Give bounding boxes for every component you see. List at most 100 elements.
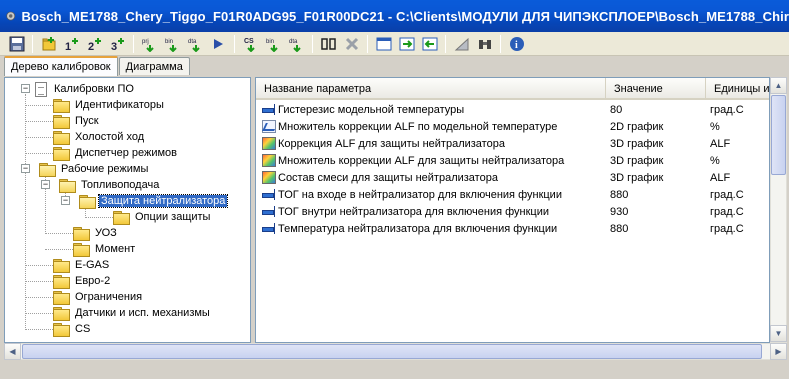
param-unit: град.С bbox=[710, 222, 744, 235]
tab-label: Дерево калибровок bbox=[11, 61, 111, 73]
export-button[interactable] bbox=[208, 34, 229, 53]
tree-collapse-toggle[interactable]: − bbox=[61, 196, 70, 205]
svg-text:dta: dta bbox=[188, 39, 197, 45]
scalar-icon bbox=[262, 188, 276, 201]
add-2d-button[interactable]: 2 bbox=[84, 34, 105, 53]
dta2-button[interactable]: dta bbox=[286, 34, 307, 53]
tab-label: Диаграмма bbox=[125, 60, 183, 73]
tree-item-fuel-supply[interactable]: Топливоподача bbox=[59, 177, 161, 193]
svg-text:1: 1 bbox=[65, 41, 71, 52]
scroll-right-button[interactable]: ▶ bbox=[770, 343, 787, 360]
save-icon bbox=[9, 36, 24, 51]
tab-calibration-tree[interactable]: Дерево калибровок bbox=[4, 56, 118, 76]
scroll-down-button[interactable]: ▼ bbox=[770, 325, 787, 342]
tree-collapse-toggle[interactable]: − bbox=[41, 180, 50, 189]
open-folder-icon bbox=[79, 194, 96, 209]
tree-guide-line bbox=[25, 137, 53, 138]
info-icon: i bbox=[509, 36, 524, 51]
open-folder-icon bbox=[59, 178, 76, 193]
tree-item-label: Топливоподача bbox=[81, 179, 160, 191]
tree-item-euro2[interactable]: Евро-2 bbox=[53, 273, 112, 289]
info-button[interactable]: i bbox=[506, 34, 527, 53]
table-row[interactable]: Состав смеси для защиты нейтрализатора 3… bbox=[256, 169, 769, 186]
add-folder-button[interactable] bbox=[38, 34, 59, 53]
table-row[interactable]: Множитель коррекции ALF для защиты нейтр… bbox=[256, 152, 769, 169]
tree-item-identifiers[interactable]: Идентификаторы bbox=[53, 97, 166, 113]
window-icon bbox=[376, 37, 391, 50]
cs-button[interactable]: CS bbox=[240, 34, 261, 53]
tree-item-torque[interactable]: Момент bbox=[73, 241, 137, 257]
vertical-scroll-thumb[interactable] bbox=[771, 95, 786, 175]
tree-item-label: E-GAS bbox=[75, 259, 110, 271]
folder-icon bbox=[53, 274, 70, 289]
scalar-icon bbox=[262, 222, 276, 235]
tree-guide-line bbox=[45, 249, 73, 250]
cell-name: Множитель коррекции ALF для защиты нейтр… bbox=[256, 152, 606, 169]
bin2-icon: bin bbox=[266, 39, 278, 52]
save-button[interactable] bbox=[6, 34, 27, 53]
param-name: Коррекция ALF для защиты нейтрализатора bbox=[278, 137, 505, 150]
pr-bin-button[interactable]: prj bbox=[139, 34, 160, 53]
cs-icon: CS bbox=[244, 38, 255, 52]
tree-item-cs[interactable]: CS bbox=[53, 321, 92, 337]
tree-item-idle[interactable]: Холостой ход bbox=[53, 129, 146, 145]
window-title: Bosch_ME1788_Chery_Tiggo_F01R0ADG95_F01R… bbox=[21, 8, 789, 24]
dta-button[interactable]: dta bbox=[185, 34, 206, 53]
bin2-button[interactable]: bin bbox=[263, 34, 284, 53]
tree-item-protection-options[interactable]: Опции защиты bbox=[113, 209, 212, 225]
horizontal-scroll-thumb[interactable] bbox=[22, 344, 762, 359]
toolbar-separator bbox=[234, 34, 235, 53]
tree-guide-line bbox=[85, 217, 113, 218]
window-button[interactable] bbox=[373, 34, 394, 53]
vertical-scrollbar[interactable]: ▲ ▼ bbox=[770, 77, 787, 343]
move-left-button[interactable] bbox=[419, 34, 440, 53]
param-name: ТОГ на входе в нейтрализатор для включен… bbox=[278, 188, 562, 201]
scroll-up-button[interactable]: ▲ bbox=[770, 77, 787, 94]
column-header-name[interactable]: Название параметра bbox=[256, 78, 606, 100]
chart-button[interactable] bbox=[451, 34, 472, 53]
tree-item-label: Идентификаторы bbox=[75, 99, 164, 111]
tree-item-root[interactable]: Калибровки ПО bbox=[35, 81, 136, 97]
tree-collapse-toggle[interactable]: − bbox=[21, 164, 30, 173]
dta2-icon: dta bbox=[289, 39, 301, 52]
table-row[interactable]: Температура нейтрализатора для включения… bbox=[256, 220, 769, 237]
horizontal-scrollbar[interactable]: ◀ ▶ bbox=[4, 343, 787, 360]
delete-button[interactable] bbox=[341, 34, 362, 53]
table-row[interactable]: Коррекция ALF для защиты нейтрализатора … bbox=[256, 135, 769, 152]
column-header-units[interactable]: Единицы из bbox=[706, 78, 769, 100]
param-unit: град.С bbox=[710, 205, 744, 218]
tree-item-mode-manager[interactable]: Диспетчер режимов bbox=[53, 145, 179, 161]
param-value: 3D график bbox=[610, 154, 664, 167]
scalar-icon bbox=[262, 103, 276, 116]
tree-item-catalyst-protection[interactable]: Защита нейтрализатора bbox=[79, 193, 229, 209]
add-1d-button[interactable]: 1 bbox=[61, 34, 82, 53]
cell-name: Множитель коррекции ALF по модельной тем… bbox=[256, 118, 606, 135]
title-bar: Bosch_ME1788_Chery_Tiggo_F01R0ADG95_F01R… bbox=[0, 0, 789, 32]
move-right-button[interactable] bbox=[396, 34, 417, 53]
add-3d-button[interactable]: 3 bbox=[107, 34, 128, 53]
tree-item-label: Ограничения bbox=[75, 291, 143, 303]
svg-text:dta: dta bbox=[289, 39, 298, 45]
param-value: 2D график bbox=[610, 120, 664, 133]
tree-item-start[interactable]: Пуск bbox=[53, 113, 101, 129]
compare-button[interactable] bbox=[318, 34, 339, 53]
tree-item-limits[interactable]: Ограничения bbox=[53, 289, 144, 305]
tab-diagram[interactable]: Диаграмма bbox=[118, 57, 190, 75]
bin-button[interactable]: bin bbox=[162, 34, 183, 53]
tree-collapse-toggle[interactable]: − bbox=[21, 84, 30, 93]
scroll-left-button[interactable]: ◀ bbox=[4, 343, 21, 360]
binoculars-button[interactable] bbox=[474, 34, 495, 53]
tree-item-ignition-timing[interactable]: УОЗ bbox=[73, 225, 119, 241]
tree-item-label: Калибровки ПО bbox=[54, 83, 134, 95]
document-icon bbox=[35, 81, 47, 97]
svg-text:prj: prj bbox=[142, 39, 149, 45]
table-row[interactable]: ТОГ на входе в нейтрализатор для включен… bbox=[256, 186, 769, 203]
tree-item-operating-modes[interactable]: Рабочие режимы bbox=[39, 161, 150, 177]
column-header-value[interactable]: Значение bbox=[606, 78, 706, 100]
tree-item-sensors-actuators[interactable]: Датчики и исп. механизмы bbox=[53, 305, 212, 321]
table-row[interactable]: Гистерезис модельной температуры 80 град… bbox=[256, 101, 769, 118]
tree-guide-line bbox=[25, 105, 53, 106]
table-row[interactable]: Множитель коррекции ALF по модельной тем… bbox=[256, 118, 769, 135]
tree-item-egas[interactable]: E-GAS bbox=[53, 257, 111, 273]
table-row[interactable]: ТОГ внутри нейтрализатора для включения … bbox=[256, 203, 769, 220]
